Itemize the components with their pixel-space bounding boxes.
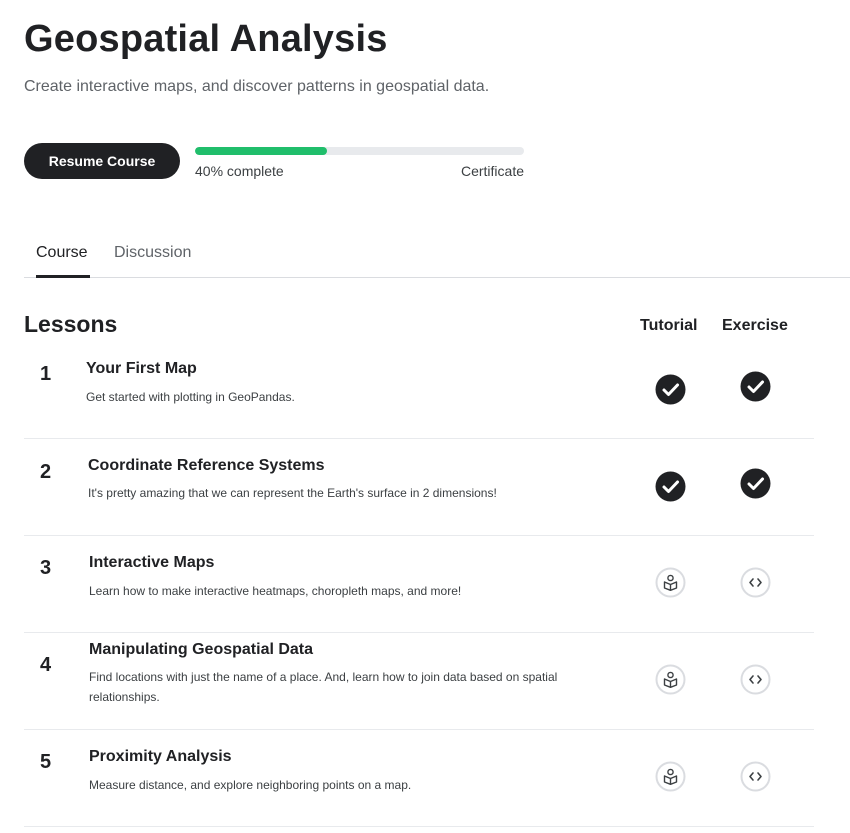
tab-bar: Course Discussion (24, 238, 850, 278)
lessons-heading: Lessons (24, 311, 118, 337)
lesson-description: Get started with plotting in GeoPandas. (86, 390, 295, 404)
lesson-row[interactable]: 4 Manipulating Geospatial Data Find locati… (24, 633, 814, 730)
resume-course-button[interactable]: Resume Course (24, 143, 180, 179)
check-circle-icon[interactable] (740, 468, 771, 499)
tab-course-label: Course (36, 244, 88, 261)
lesson-title[interactable]: Your First Map (86, 360, 197, 378)
progress-labels: 40% complete Certificate (195, 163, 524, 179)
lesson-number: 1 (40, 363, 52, 385)
lesson-row[interactable]: 5 Proximity Analysis Measure distance, and… (24, 730, 814, 827)
course-progress: 40% complete Certificate (195, 147, 524, 179)
book-reader-icon[interactable] (655, 761, 686, 792)
tutorial-column-header: Tutorial (640, 317, 698, 334)
course-subtitle: Create interactive maps, and discover pa… (24, 78, 490, 95)
course-title: Geospatial Analysis (24, 18, 388, 60)
check-circle-icon[interactable] (655, 471, 686, 502)
check-circle-icon[interactable] (655, 374, 686, 405)
code-brackets-icon[interactable] (740, 761, 771, 792)
tab-discussion[interactable]: Discussion (114, 238, 191, 278)
lesson-title[interactable]: Interactive Maps (89, 554, 214, 572)
lesson-number: 2 (40, 461, 52, 483)
lesson-title[interactable]: Coordinate Reference Systems (88, 457, 325, 475)
lesson-description: Learn how to make interactive heatmaps, … (89, 584, 462, 598)
book-reader-icon[interactable] (655, 567, 686, 598)
lesson-row[interactable]: 3 Interactive Maps Learn how to make inter… (24, 536, 814, 633)
lesson-row[interactable]: 1 Your First Map Get started with plotting… (24, 341, 814, 439)
tab-course-underline (36, 275, 90, 278)
tab-discussion-label: Discussion (114, 244, 192, 261)
book-reader-icon[interactable] (655, 664, 686, 695)
lesson-number: 3 (40, 557, 52, 579)
progress-bar-fill (195, 147, 327, 155)
progress-bar (195, 147, 524, 155)
lesson-description: It's pretty amazing that we can represen… (88, 486, 497, 500)
lesson-description: Find locations with just the name of a p… (89, 670, 558, 704)
certificate-label: Certificate (460, 163, 524, 179)
lesson-number: 4 (40, 654, 52, 676)
progress-percent-label: 40% complete (195, 163, 284, 179)
code-brackets-icon[interactable] (740, 664, 771, 695)
exercise-column-header: Exercise (722, 317, 788, 334)
lesson-title[interactable]: Proximity Analysis (89, 748, 232, 766)
lesson-description: Measure distance, and explore neighborin… (89, 778, 412, 792)
code-brackets-icon[interactable] (740, 567, 771, 598)
check-circle-icon[interactable] (740, 371, 771, 402)
lesson-title[interactable]: Manipulating Geospatial Data (89, 641, 313, 659)
tab-course[interactable]: Course (36, 238, 88, 278)
lesson-row[interactable]: 2 Coordinate Reference Systems It's pretty… (24, 439, 814, 536)
lesson-number: 5 (40, 751, 52, 773)
